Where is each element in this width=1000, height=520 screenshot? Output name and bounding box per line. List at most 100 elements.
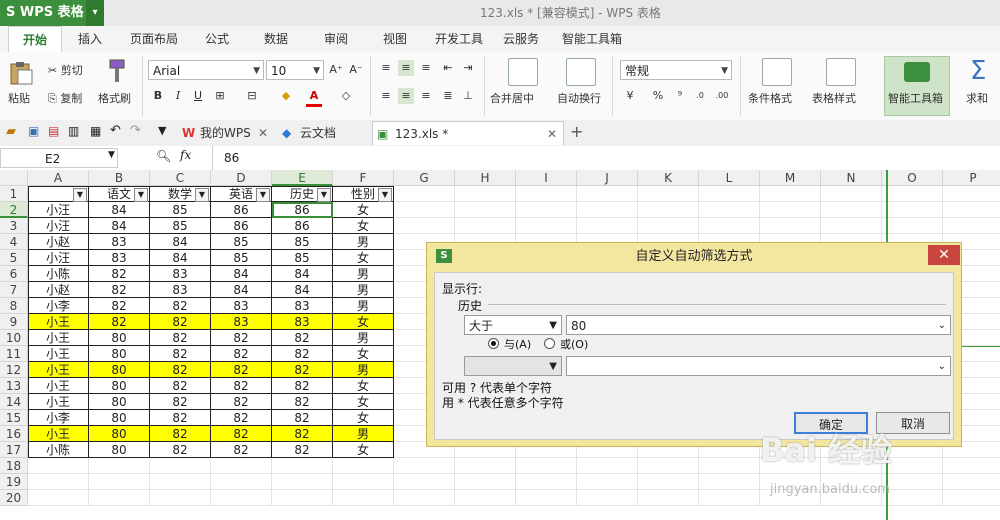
column-header-e[interactable]: E [272, 170, 333, 186]
dialog-close-button[interactable]: ✕ [928, 245, 960, 265]
row-header-15[interactable]: 15 [0, 410, 28, 426]
tab-page-layout[interactable]: 页面布局 [130, 26, 178, 52]
cell-j3[interactable] [577, 218, 638, 234]
merge-center-icon[interactable] [508, 58, 538, 86]
borders-icon[interactable]: ⊞ [212, 88, 228, 104]
column-header-l[interactable]: L [699, 170, 760, 186]
table-cell[interactable]: 82 [211, 346, 272, 362]
cell-i18[interactable] [516, 458, 577, 474]
cell-i2[interactable] [516, 202, 577, 218]
fill-color-icon[interactable]: ◆ [278, 88, 294, 104]
table-cell[interactable]: 84 [150, 234, 211, 250]
cell-b20[interactable] [89, 490, 150, 506]
table-cell[interactable]: 84 [211, 282, 272, 298]
table-cell[interactable]: 男 [333, 362, 394, 378]
tab-cloud-docs[interactable]: ◆ 云文档 [278, 121, 368, 145]
table-cell[interactable]: 83 [150, 266, 211, 282]
table-cell[interactable]: 86 [211, 202, 272, 218]
table-cell[interactable]: 80 [89, 346, 150, 362]
table-cell[interactable]: 女 [333, 202, 394, 218]
cell-o19[interactable] [882, 474, 943, 490]
align-right-icon[interactable]: ≡ [418, 88, 434, 104]
cell-c19[interactable] [150, 474, 211, 490]
filter-dropdown-icon[interactable]: ▼ [195, 188, 209, 202]
font-size-select[interactable]: 10 ▼ [266, 60, 324, 80]
cell-k3[interactable] [638, 218, 699, 234]
table-cell[interactable]: 男 [333, 426, 394, 442]
table-cell[interactable]: 80 [89, 426, 150, 442]
table-cell[interactable]: 82 [211, 378, 272, 394]
table-cell[interactable]: 86 [272, 218, 333, 234]
name-box[interactable]: E2 [0, 148, 118, 168]
table-cell[interactable]: 男 [333, 234, 394, 250]
cell-k2[interactable] [638, 202, 699, 218]
table-cell[interactable]: 女 [333, 442, 394, 458]
cell-n2[interactable] [821, 202, 882, 218]
select-all-corner[interactable] [0, 170, 28, 186]
undo-icon[interactable]: ↶ [110, 123, 121, 138]
cell-j19[interactable] [577, 474, 638, 490]
merge-center-button[interactable]: 合并居中 [490, 90, 534, 106]
currency-icon[interactable]: ¥ [622, 88, 638, 104]
cell-n3[interactable] [821, 218, 882, 234]
quick-access-dropdown-icon[interactable]: ▼ [158, 124, 166, 137]
wrap-text-button[interactable]: 自动换行 [557, 90, 601, 106]
table-cell[interactable]: 男 [333, 282, 394, 298]
cell-h3[interactable] [455, 218, 516, 234]
table-cell[interactable]: 82 [211, 442, 272, 458]
decrease-decimal-icon[interactable]: .00 [714, 88, 730, 104]
cell-l18[interactable] [699, 458, 760, 474]
active-cell-e2[interactable]: 86 [272, 202, 333, 218]
cell-d20[interactable] [211, 490, 272, 506]
cell-g1[interactable] [394, 186, 455, 202]
table-cell[interactable]: 小李 [28, 298, 89, 314]
row-header-14[interactable]: 14 [0, 394, 28, 410]
table-cell[interactable]: 82 [150, 314, 211, 330]
table-cell[interactable]: 83 [89, 250, 150, 266]
column-header-h[interactable]: H [455, 170, 516, 186]
cell-l20[interactable] [699, 490, 760, 506]
cell-f19[interactable] [333, 474, 394, 490]
row-header-8[interactable]: 8 [0, 298, 28, 314]
cell-l19[interactable] [699, 474, 760, 490]
bold-icon[interactable]: B [150, 88, 166, 104]
table-cell[interactable]: 84 [211, 266, 272, 282]
conditional-format-icon[interactable] [762, 58, 792, 86]
cell-d19[interactable] [211, 474, 272, 490]
italic-icon[interactable]: I [170, 88, 186, 104]
format-painter-icon[interactable] [104, 58, 128, 87]
justify-icon[interactable]: ≣ [440, 88, 456, 104]
close-icon[interactable]: ✕ [547, 122, 557, 146]
cell-k1[interactable] [638, 186, 699, 202]
cut-button[interactable]: ✂ 剪切 [48, 62, 83, 78]
table-cell[interactable]: 82 [150, 426, 211, 442]
sum-icon[interactable]: Σ [970, 56, 986, 86]
cell-e19[interactable] [272, 474, 333, 490]
cell-m3[interactable] [760, 218, 821, 234]
table-cell[interactable]: 80 [89, 362, 150, 378]
cell-i20[interactable] [516, 490, 577, 506]
cell-h1[interactable] [455, 186, 516, 202]
condition2-operator-select[interactable]: ▼ [464, 356, 562, 376]
table-cell[interactable]: 83 [150, 282, 211, 298]
tab-cloud-services[interactable]: 云服务 [503, 26, 539, 52]
cell-p2[interactable] [943, 202, 1000, 218]
table-cell[interactable]: 女 [333, 410, 394, 426]
export-pdf-icon[interactable]: ▦ [90, 124, 101, 138]
table-cell[interactable]: 女 [333, 378, 394, 394]
table-cell[interactable]: 82 [211, 362, 272, 378]
and-radio[interactable] [488, 338, 499, 349]
table-cell[interactable]: 82 [272, 410, 333, 426]
table-cell[interactable]: 80 [89, 394, 150, 410]
cell-p18[interactable] [943, 458, 1000, 474]
table-cell[interactable]: 82 [89, 266, 150, 282]
table-cell[interactable]: 82 [150, 346, 211, 362]
table-cell[interactable]: 80 [89, 330, 150, 346]
column-header-f[interactable]: F [333, 170, 394, 186]
table-header-cell[interactable]: 历史 ▼ [272, 186, 333, 202]
row-header-18[interactable]: 18 [0, 458, 28, 474]
cell-o1[interactable] [882, 186, 943, 202]
table-cell[interactable]: 82 [150, 330, 211, 346]
table-cell[interactable]: 86 [211, 218, 272, 234]
table-cell[interactable]: 82 [272, 378, 333, 394]
